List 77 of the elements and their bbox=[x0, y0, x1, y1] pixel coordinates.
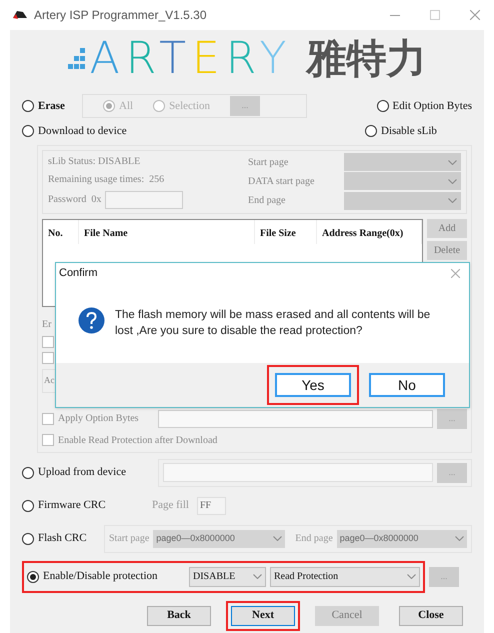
erase-label: Erase bbox=[38, 98, 65, 114]
upload-path-field[interactable] bbox=[163, 463, 433, 482]
end-page-dropdown[interactable]: page0—0x8000000 bbox=[336, 530, 467, 548]
flash-crc-label: Flash CRC bbox=[38, 531, 87, 546]
caret-icon bbox=[253, 574, 262, 579]
page-label: End page bbox=[248, 194, 286, 208]
erase-option-label: Selection bbox=[169, 98, 210, 114]
download-label: Download to device bbox=[38, 124, 127, 139]
app-icon bbox=[12, 10, 28, 20]
minimize-icon[interactable] bbox=[390, 14, 400, 16]
radio-button[interactable] bbox=[22, 532, 34, 544]
radio-button[interactable] bbox=[365, 125, 377, 138]
radio-button[interactable] bbox=[22, 466, 34, 478]
dialog-button[interactable]: Back bbox=[147, 606, 211, 626]
option-label: Edit Option Bytes bbox=[392, 98, 472, 114]
end-page-label: End page bbox=[295, 532, 333, 546]
column-header: No. bbox=[43, 220, 79, 244]
protection-label: Enable/Disable protection bbox=[43, 569, 158, 584]
table-button[interactable]: Add bbox=[427, 218, 467, 238]
close-icon[interactable] bbox=[451, 268, 460, 278]
option-label: Disable sLib bbox=[381, 124, 437, 139]
caret-icon bbox=[273, 536, 282, 541]
caret-icon bbox=[407, 574, 416, 579]
question-icon bbox=[78, 307, 105, 334]
radio-button[interactable] bbox=[22, 100, 34, 112]
upload-label: Upload from device bbox=[38, 465, 126, 480]
dots-icon bbox=[68, 48, 86, 70]
page-dropdown[interactable] bbox=[344, 172, 461, 190]
radio-button[interactable] bbox=[22, 125, 34, 138]
dialog-message: The flash memory will be mass erased and all contents will be lost ,Are you sure to disable the read protection? bbox=[115, 308, 432, 339]
apply-option-bytes-label: Apply Option Bytes bbox=[58, 412, 140, 426]
logo-chinese-text: 雅特力 bbox=[306, 39, 426, 79]
window-title: Artery ISP Programmer_V1.5.30 bbox=[34, 7, 207, 24]
password-field[interactable] bbox=[105, 190, 184, 209]
option-bytes-field[interactable] bbox=[158, 410, 433, 428]
radio-button[interactable] bbox=[103, 100, 115, 112]
checkbox[interactable] bbox=[42, 434, 54, 446]
caret-icon bbox=[455, 536, 464, 541]
page-fill-label: Page fill bbox=[152, 498, 189, 514]
erase-label: Er bbox=[42, 318, 52, 332]
radio-button[interactable] bbox=[22, 500, 34, 512]
radio-button[interactable] bbox=[153, 100, 166, 112]
page-label: Start page bbox=[248, 156, 290, 170]
dialog-title: Confirm bbox=[59, 266, 98, 281]
page-dropdown[interactable] bbox=[344, 153, 461, 172]
slib-status-text: sLib Status: DISABLE bbox=[48, 155, 142, 170]
checkbox[interactable] bbox=[42, 352, 54, 364]
radio-button[interactable] bbox=[27, 570, 39, 582]
page-fill-field[interactable]: FF bbox=[196, 496, 226, 514]
page-label: DATA start page bbox=[248, 174, 316, 189]
remaining-usage-text: Remaining usage times: 256 bbox=[48, 173, 166, 188]
dialog-button[interactable]: No bbox=[369, 373, 445, 397]
close-icon[interactable] bbox=[470, 10, 480, 20]
table-button[interactable]: Delete bbox=[427, 240, 467, 260]
radio-button[interactable] bbox=[376, 100, 389, 112]
column-header: File Name bbox=[79, 220, 255, 244]
read-protect-label: Enable Read Protection after Download bbox=[58, 434, 218, 448]
checkbox[interactable] bbox=[42, 336, 54, 348]
caret-icon bbox=[448, 198, 457, 204]
protection-type-dropdown[interactable]: Read Protection bbox=[270, 566, 420, 586]
dialog-button[interactable]: Close bbox=[399, 606, 463, 626]
dialog-button[interactable]: Yes bbox=[275, 373, 351, 397]
column-header: File Size bbox=[255, 220, 317, 244]
column-header: Address Range(0x) bbox=[317, 220, 422, 244]
dialog-button[interactable]: Next bbox=[231, 606, 295, 626]
caret-icon bbox=[448, 160, 457, 165]
erase-option-label: All bbox=[119, 98, 134, 114]
mode-dropdown[interactable]: DISABLE bbox=[189, 566, 266, 586]
caret-icon bbox=[448, 178, 457, 184]
checkbox[interactable] bbox=[42, 412, 54, 424]
firmware-crc-label: Firmware CRC bbox=[38, 498, 106, 514]
maximize-icon[interactable] bbox=[430, 10, 440, 20]
start-page-dropdown[interactable]: page0—0x8000000 bbox=[153, 530, 286, 548]
page-dropdown[interactable] bbox=[344, 192, 461, 210]
start-page-label: Start page bbox=[109, 532, 150, 546]
password-label: Password 0x bbox=[48, 193, 102, 208]
address-label: Ac bbox=[44, 374, 54, 387]
